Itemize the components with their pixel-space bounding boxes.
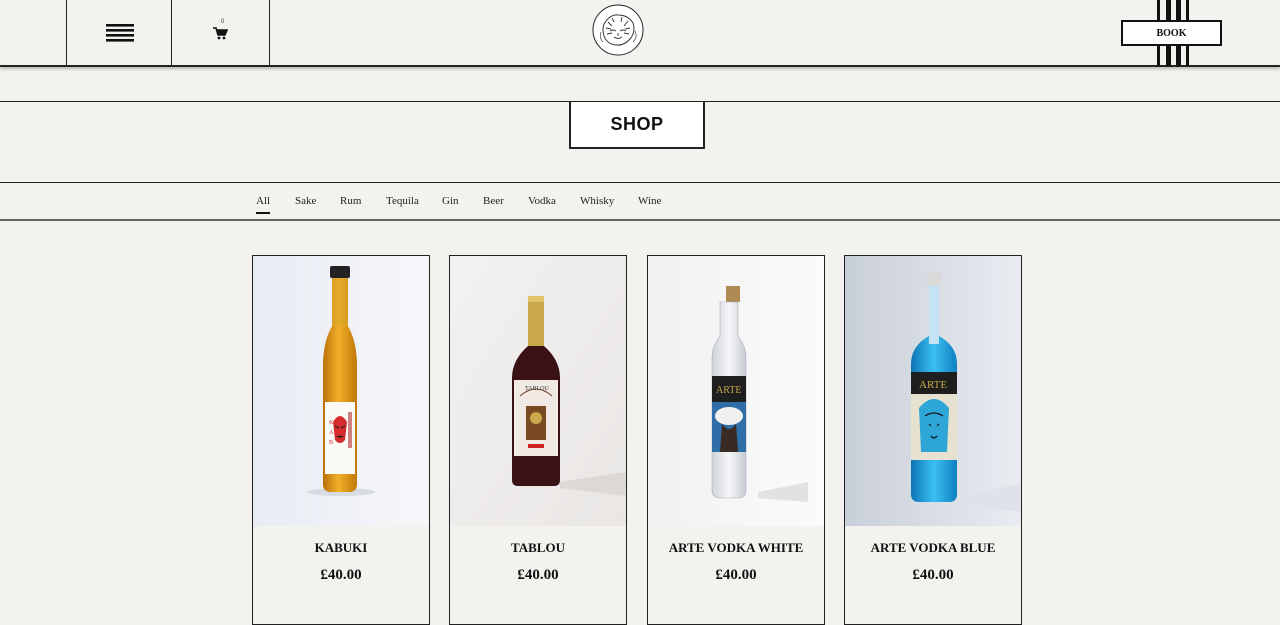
svg-text:A: A xyxy=(329,430,334,436)
tablou-bottle-image: TABLOU xyxy=(450,256,626,526)
product-card-kabuki[interactable]: K A B KABUKI £40.00 xyxy=(252,255,430,625)
product-name: TABLOU xyxy=(511,540,565,555)
svg-text:ARTE: ARTE xyxy=(919,379,947,391)
product-price: £40.00 xyxy=(715,567,757,583)
hamburger-icon xyxy=(105,24,134,42)
filter-gin[interactable]: Gin xyxy=(442,195,459,207)
product-image: ARTE xyxy=(845,256,1021,526)
menu-button[interactable] xyxy=(66,0,172,66)
filter-all[interactable]: All xyxy=(256,195,271,214)
product-name: ARTE VODKA BLUE xyxy=(870,540,996,555)
page-title: SHOP xyxy=(569,102,705,149)
cart-icon xyxy=(213,26,228,39)
product-price: £40.00 xyxy=(912,567,954,583)
product-name: KABUKI xyxy=(314,540,368,555)
kabuki-bottle-image: K A B xyxy=(253,256,429,526)
filter-sake[interactable]: Sake xyxy=(295,195,316,207)
site-header: 0 BOOK xyxy=(0,0,1280,67)
tiger-logo-icon[interactable] xyxy=(592,4,644,56)
product-image: ARTE xyxy=(648,256,824,526)
filter-rum[interactable]: Rum xyxy=(340,195,361,207)
product-name: ARTE VODKA WHITE xyxy=(668,540,804,555)
product-price: £40.00 xyxy=(320,567,362,583)
svg-text:ARTE: ARTE xyxy=(716,385,742,396)
product-image: K A B xyxy=(253,256,429,526)
filter-vodka[interactable]: Vodka xyxy=(528,195,556,207)
arte-blue-bottle-image: ARTE xyxy=(845,256,1021,526)
filter-whisky[interactable]: Whisky xyxy=(580,195,614,207)
product-image: TABLOU xyxy=(450,256,626,526)
cart-count-badge: 0 xyxy=(221,19,225,25)
shop-title-band: SHOP xyxy=(0,101,1280,183)
filter-tequila[interactable]: Tequila xyxy=(386,195,419,207)
svg-text:B: B xyxy=(329,440,333,446)
category-filter-bar: All Sake Rum Tequila Gin Beer Vodka Whis… xyxy=(0,183,1280,221)
product-card-tablou[interactable]: TABLOU TABLOU £40.00 xyxy=(449,255,627,625)
filter-wine[interactable]: Wine xyxy=(638,195,661,207)
cart-button[interactable]: 0 xyxy=(171,0,270,66)
product-card-arte-vodka-blue[interactable]: ARTE ARTE VODKA BLUE £40.00 xyxy=(844,255,1022,625)
product-card-arte-vodka-white[interactable]: ARTE ARTE VODKA WHITE £40.00 xyxy=(647,255,825,625)
filter-beer[interactable]: Beer xyxy=(483,195,504,207)
book-button[interactable]: BOOK xyxy=(1121,20,1222,46)
product-price: £40.00 xyxy=(517,567,559,583)
svg-text:K: K xyxy=(329,420,334,426)
arte-white-bottle-image: ARTE xyxy=(648,256,824,526)
